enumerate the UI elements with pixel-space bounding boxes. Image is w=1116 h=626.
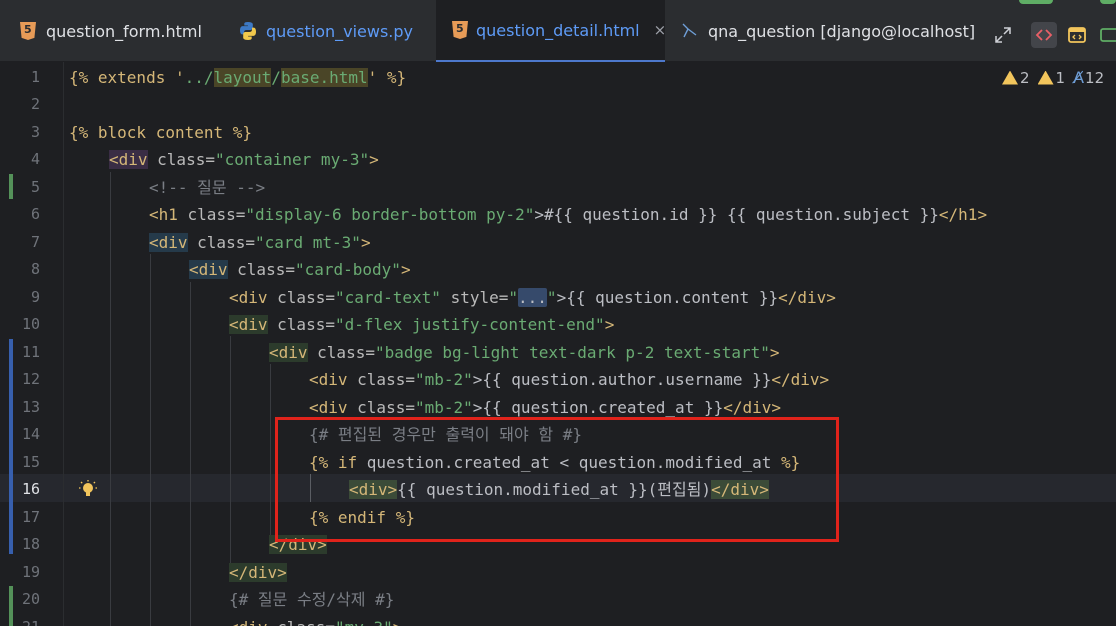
code-view-icon[interactable] [1031, 22, 1057, 48]
code-line-21: <div class="my-3"> [229, 614, 402, 626]
code-line-9: <div class="card-text" style="...">{{ qu… [229, 288, 836, 307]
line-number: 12 [21, 370, 40, 388]
line-number: 1 [30, 68, 40, 86]
code-line-6: <h1 class="display-6 border-bottom py-2"… [149, 205, 988, 224]
html-file-icon [452, 20, 468, 40]
warning-count: 2 [1020, 68, 1030, 87]
code-line-4: <div class="container my-3"> [109, 150, 379, 169]
vcs-change-marker [9, 586, 13, 626]
close-tab-icon[interactable]: × [654, 21, 667, 39]
line-number: 18 [21, 535, 40, 553]
tab-qna-question-console[interactable]: qna_question [django@localhost] [680, 0, 975, 62]
code-line-12: <div class="mb-2">{{ question.author.use… [309, 370, 830, 389]
line-number: 9 [30, 288, 40, 306]
line-number: 4 [30, 150, 40, 168]
line-number: 3 [30, 123, 40, 141]
indent-guide [110, 172, 111, 626]
tab-label: question_detail.html [476, 20, 640, 40]
line-number: 16 [21, 480, 40, 498]
inspection-widget[interactable]: 2 1 A̸ 12 [1002, 68, 1104, 87]
line-number: 20 [21, 590, 40, 608]
indent-guide [270, 364, 271, 542]
code-line-5: <!-- 질문 --> [149, 178, 266, 197]
line-number: 7 [30, 233, 40, 251]
typo-count: 12 [1085, 68, 1105, 87]
indent-guide [150, 254, 151, 626]
warning-icon [1002, 70, 1018, 85]
code-editor[interactable]: 1 2 3 4 5 6 7 8 9 10 11 12 13 14 15 16 1… [0, 62, 1116, 626]
tab-label: qna_question [django@localhost] [708, 21, 976, 41]
weak-warning-icon [1037, 70, 1054, 85]
line-number: 21 [0, 614, 40, 626]
code-line-20: {# 질문 수정/삭제 #} [229, 590, 395, 609]
code-line-19: </div> [229, 563, 287, 582]
line-number: 15 [21, 453, 40, 471]
indent-guide [230, 336, 231, 570]
folded-style-value[interactable]: ... [518, 288, 547, 307]
status-indicator [1100, 0, 1116, 4]
line-number: 6 [30, 205, 40, 223]
db-console-icon [680, 21, 700, 41]
tab-question-views[interactable]: question_views.py [238, 0, 413, 62]
html-file-icon [18, 21, 38, 41]
indent-guide [190, 282, 191, 626]
tab-question-detail[interactable]: question_detail.html × [436, 0, 667, 62]
code-line-3: {% block content %} [69, 123, 253, 142]
preview-icon[interactable] [1064, 22, 1090, 48]
editor-tab-bar: question_form.html question_views.py que… [0, 0, 1116, 62]
line-number: 17 [21, 508, 40, 526]
line-number: 5 [30, 178, 40, 196]
vcs-change-marker [9, 339, 13, 554]
split-view-icon[interactable] [1096, 22, 1116, 48]
vcs-change-marker [9, 174, 13, 199]
code-line-11: <div class="badge bg-light text-dark p-2… [269, 343, 780, 362]
typo-icon: A̸ [1073, 68, 1085, 87]
annotation-highlight-box [275, 417, 839, 542]
line-number: 2 [30, 95, 40, 113]
line-number: 13 [21, 398, 40, 416]
code-line-8: <div class="card-body"> [189, 260, 411, 279]
python-file-icon [238, 21, 258, 41]
maximize-editor-icon[interactable] [990, 22, 1016, 48]
line-number: 10 [21, 315, 40, 333]
code-line-7: <div class="card mt-3"> [149, 233, 371, 252]
code-line-10: <div class="d-flex justify-content-end"> [229, 315, 615, 334]
status-indicator [1019, 0, 1053, 4]
line-number: 14 [21, 425, 40, 443]
tab-label: question_views.py [266, 21, 414, 41]
weak-warning-count: 1 [1055, 68, 1066, 87]
line-number-gutter: 1 2 3 4 5 6 7 8 9 10 11 12 13 14 15 16 1… [0, 62, 64, 626]
tab-question-form[interactable]: question_form.html [18, 0, 202, 62]
line-number: 11 [21, 343, 40, 361]
tab-label: question_form.html [46, 21, 202, 41]
line-number: 19 [21, 563, 40, 581]
line-number: 8 [30, 260, 40, 278]
code-line-1: {% extends '../layout/base.html' %} [69, 68, 407, 87]
